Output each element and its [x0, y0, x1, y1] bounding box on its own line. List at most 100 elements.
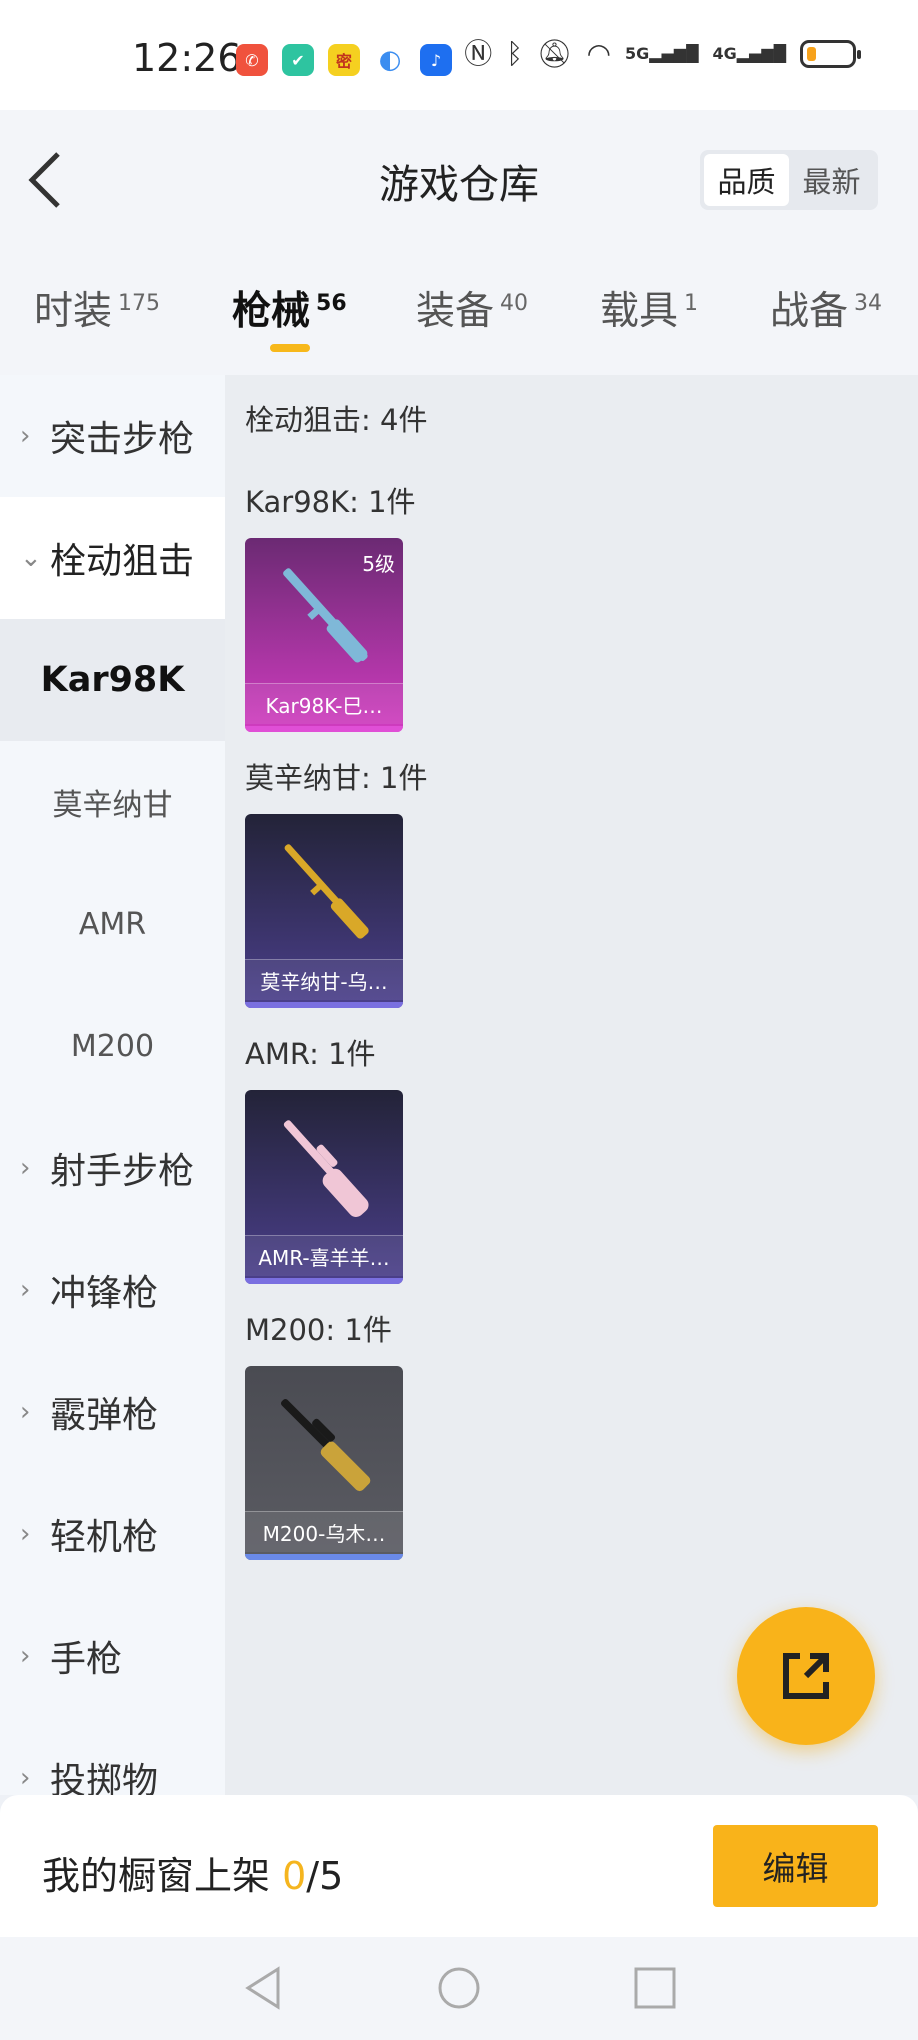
active-tab-indicator [270, 344, 310, 352]
tab-label: 时装 [34, 289, 113, 334]
signal-5g-icon: 5G▂▄▆█ [625, 44, 699, 63]
tab-equipment[interactable]: 装备 40 [416, 280, 528, 336]
chevron-right-icon: › [20, 1153, 31, 1183]
sidebar-sub-mosin[interactable]: 莫辛纳甘 [0, 741, 225, 863]
edit-button[interactable]: 编辑 [713, 1825, 878, 1907]
chevron-down-icon: ⌄ [20, 543, 42, 573]
tab-count: 56 [316, 291, 347, 316]
sidebar-sub-kar98k[interactable]: Kar98K [0, 619, 225, 741]
network-5g-label: 5G [625, 44, 650, 63]
battery-level [807, 47, 816, 61]
shield-app-icon: ✔ [282, 44, 314, 76]
rifle-icon [280, 1398, 371, 1492]
bulb-app-icon: ♪ [420, 44, 452, 76]
item-list: 栓动狙击: 4件 Kar98K: 1件 5级 Kar98K-巳… 莫辛纳甘: 1… [225, 375, 918, 1795]
sidebar-item-label: 霰弹枪 [50, 1395, 159, 1436]
showcase-bar: 我的橱窗上架 0/5 编辑 [0, 1795, 918, 1937]
tab-battle-prep[interactable]: 战备 34 [770, 280, 882, 336]
tab-guns[interactable]: 枪械 56 [232, 280, 347, 336]
sidebar-item-pistol[interactable]: › 手枪 [0, 1595, 225, 1717]
signal-4g-icon: 4G▂▄▆█ [712, 44, 786, 63]
chevron-right-icon: › [20, 1519, 31, 1549]
showcase-label: 我的橱窗上架 [42, 1854, 271, 1898]
rifle-icon [283, 1120, 369, 1217]
system-status: Ⓝ ᛒ 🔕︎ ◠ 5G▂▄▆█ 4G▂▄▆█ [464, 37, 861, 70]
status-bar: 12:26 ✆ ✔ 密 ◐ ♪ Ⓝ ᛒ 🔕︎ ◠ 5G▂▄▆█ 4G▂▄▆█ [0, 0, 918, 110]
page-header: 游戏仓库 品质 最新 [0, 110, 918, 250]
chevron-right-icon: › [20, 1763, 31, 1793]
showcase-status: 我的橱窗上架 0/5 [42, 1845, 343, 1900]
notification-icons: ✆ ✔ 密 ◐ ♪ [236, 44, 452, 76]
bluetooth-icon: ᛒ [506, 37, 524, 70]
battery-icon [800, 40, 861, 68]
sort-newest-button[interactable]: 最新 [789, 154, 874, 206]
category-tabs: 时装 175 枪械 56 装备 40 载具 1 战备 34 [0, 250, 918, 375]
network-4g-label: 4G [712, 44, 737, 63]
item-card-m200[interactable]: M200-乌木… [245, 1366, 403, 1560]
tab-label: 枪械 [232, 289, 311, 334]
sidebar-item-throwable[interactable]: › 投掷物 [0, 1717, 225, 1795]
sort-toggle: 品质 最新 [700, 150, 878, 210]
tab-count: 40 [500, 291, 529, 316]
sidebar-item-smg[interactable]: › 冲锋枪 [0, 1229, 225, 1351]
tab-count: 1 [684, 291, 699, 316]
sort-quality-button[interactable]: 品质 [704, 154, 789, 206]
sidebar-item-label: 射手步枪 [50, 1151, 195, 1192]
group-heading-kar98k: Kar98K: 1件 [245, 485, 416, 519]
nav-recents-icon[interactable] [632, 1965, 678, 2011]
rarity-bar [245, 1554, 403, 1560]
tab-fashion[interactable]: 时装 175 [34, 280, 160, 336]
share-edit-button[interactable] [737, 1607, 875, 1745]
rifle-icon [283, 568, 368, 663]
tab-count: 175 [118, 291, 161, 316]
tab-label: 装备 [416, 289, 495, 334]
showcase-total: /5 [306, 1854, 344, 1898]
rarity-bar [245, 726, 403, 732]
item-name: AMR-喜羊羊… [245, 1235, 403, 1276]
item-card-mosin[interactable]: 莫辛纳甘-乌… [245, 814, 403, 1008]
rarity-bar [245, 1002, 403, 1008]
share-edit-icon [783, 1653, 829, 1699]
browser-icon: ◐ [374, 44, 406, 76]
missed-call-icon: ✆ [236, 44, 268, 76]
item-name: Kar98K-巳… [245, 683, 403, 724]
rifle-icon [284, 844, 369, 939]
game-app-icon: 密 [328, 44, 360, 76]
chevron-right-icon: › [20, 1397, 31, 1427]
sidebar-sub-amr[interactable]: AMR [0, 863, 225, 985]
status-time: 12:26 [132, 36, 242, 80]
sidebar-item-label: 轻机枪 [50, 1517, 159, 1558]
wifi-icon: ◠ [586, 37, 612, 70]
tab-label: 载具 [600, 289, 679, 334]
sidebar-item-assault-rifle[interactable]: › 突击步枪 [0, 375, 225, 497]
tab-label: 战备 [770, 289, 849, 334]
group-heading-amr: AMR: 1件 [245, 1037, 376, 1071]
sidebar-item-marksman-rifle[interactable]: › 射手步枪 [0, 1107, 225, 1229]
weapon-type-sidebar: › 突击步枪 ⌄ 栓动狙击 Kar98K 莫辛纳甘 AMR M200 › 射手步… [0, 375, 225, 1795]
showcase-count: 0 [282, 1854, 307, 1898]
nav-home-icon[interactable] [436, 1965, 482, 2011]
tab-vehicles[interactable]: 载具 1 [600, 280, 698, 336]
mute-bell-icon: 🔕︎ [537, 37, 573, 70]
item-card-kar98k[interactable]: 5级 Kar98K-巳… [245, 538, 403, 732]
sidebar-item-label: 手枪 [50, 1639, 123, 1680]
rarity-bar [245, 1278, 403, 1284]
system-nav-bar [0, 1937, 918, 2040]
section-title: 栓动狙击: 4件 [245, 403, 428, 437]
nfc-icon: Ⓝ [464, 37, 493, 70]
tab-count: 34 [854, 291, 883, 316]
sidebar-item-bolt-sniper[interactable]: ⌄ 栓动狙击 [0, 497, 225, 619]
group-heading-m200: M200: 1件 [245, 1313, 392, 1347]
group-heading-mosin: 莫辛纳甘: 1件 [245, 761, 428, 795]
chevron-right-icon: › [20, 421, 31, 451]
sidebar-item-label: 投掷物 [50, 1761, 159, 1795]
sidebar-item-label: 冲锋枪 [50, 1273, 159, 1314]
sidebar-item-shotgun[interactable]: › 霰弹枪 [0, 1351, 225, 1473]
item-name: 莫辛纳甘-乌… [245, 959, 403, 1000]
nav-back-icon[interactable] [240, 1965, 286, 2011]
item-name: M200-乌木… [245, 1511, 403, 1552]
item-card-amr[interactable]: AMR-喜羊羊… [245, 1090, 403, 1284]
sidebar-item-label: 栓动狙击 [50, 541, 195, 582]
sidebar-item-lmg[interactable]: › 轻机枪 [0, 1473, 225, 1595]
sidebar-sub-m200[interactable]: M200 [0, 985, 225, 1107]
